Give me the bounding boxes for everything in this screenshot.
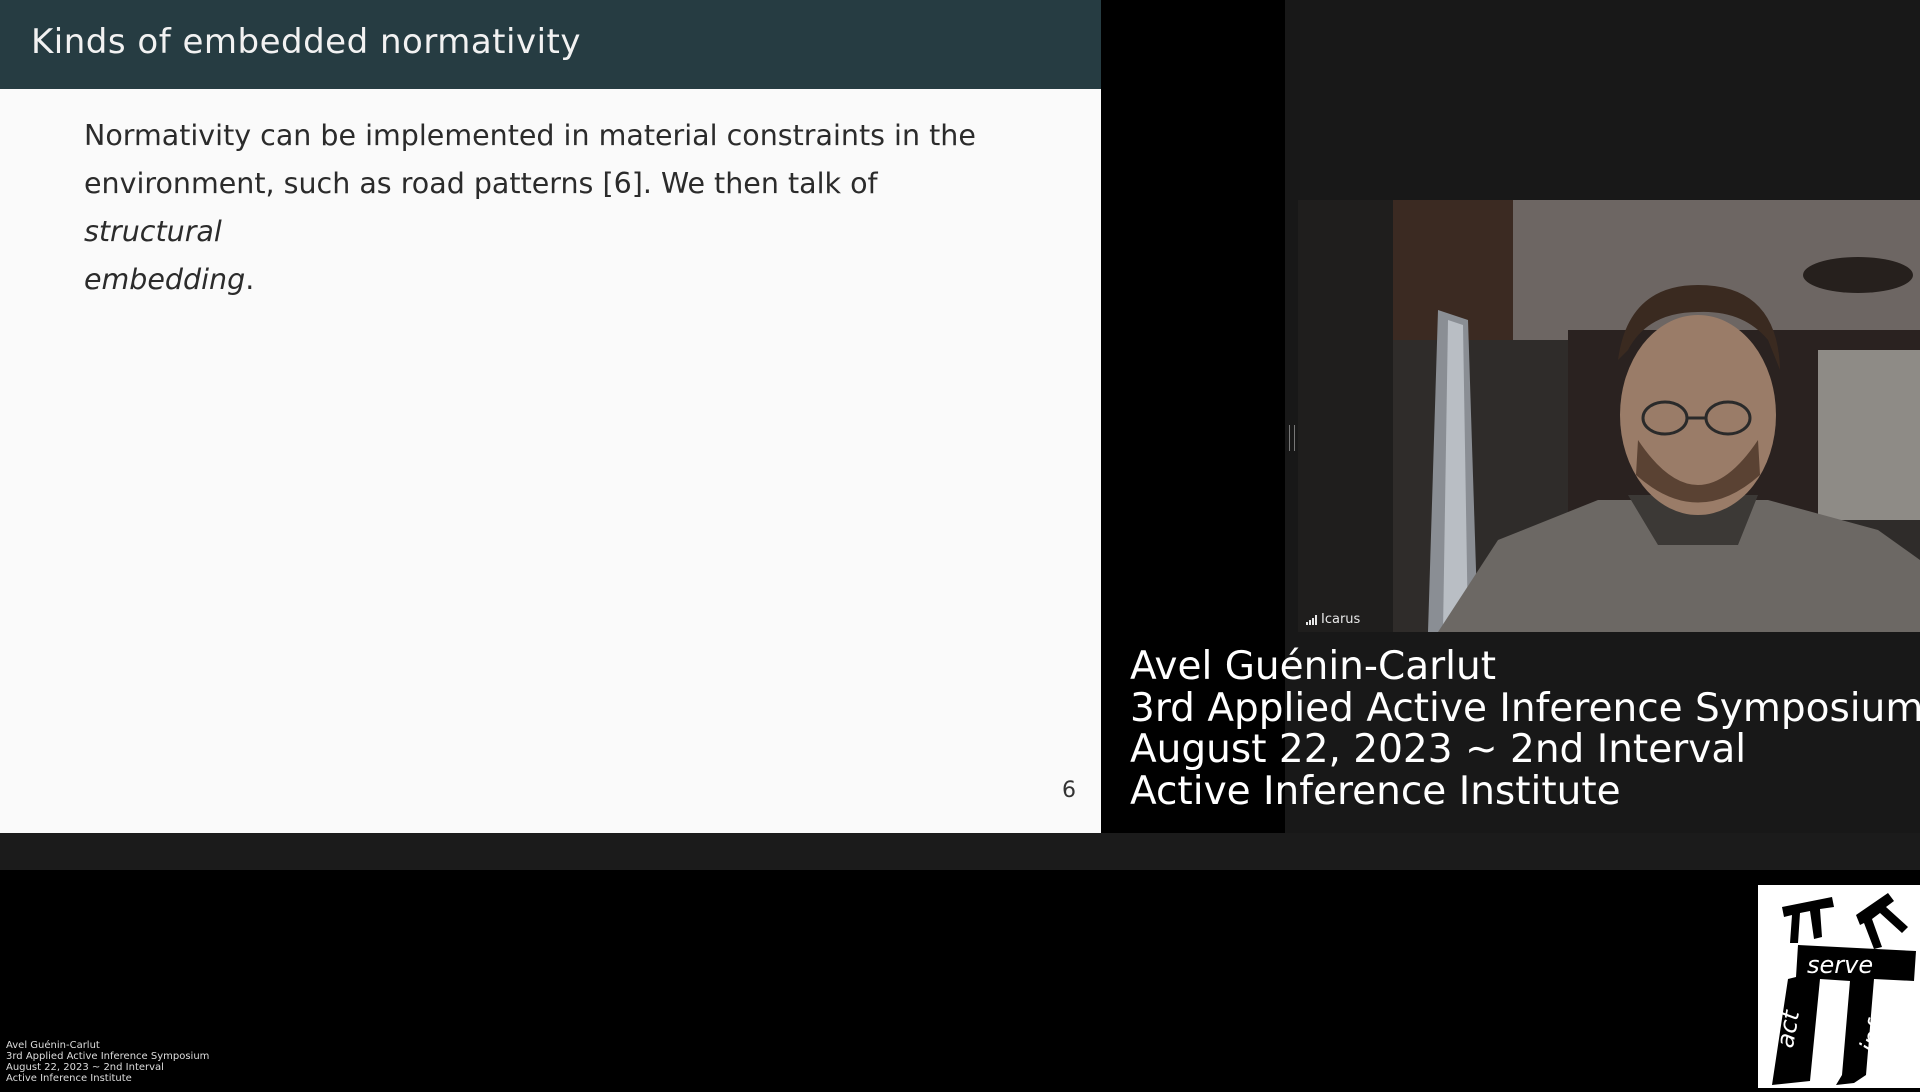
small-caption-speaker: Avel Guénin-Carlut bbox=[6, 1040, 100, 1051]
stage-bottom-strip bbox=[0, 833, 1920, 870]
small-caption-organization: Active Inference Institute bbox=[6, 1073, 132, 1084]
pi-logo-icon: serve act infer bbox=[1758, 885, 1920, 1088]
slide-body-end: . bbox=[245, 263, 255, 296]
slide-header: Kinds of embedded normativity bbox=[0, 0, 1101, 89]
webcam-scene bbox=[1298, 200, 1920, 632]
caption-event: 3rd Applied Active Inference Symposium bbox=[1130, 685, 1920, 731]
small-caption: Avel Guénin-Carlut 3rd Applied Active In… bbox=[6, 1040, 209, 1084]
caption-speaker: Avel Guénin-Carlut bbox=[1130, 644, 1496, 689]
small-caption-date: August 22, 2023 ~ 2nd Interval bbox=[6, 1062, 164, 1073]
signal-bars-icon bbox=[1306, 614, 1317, 625]
slide-title: Kinds of embedded normativity bbox=[31, 22, 581, 62]
slide-body-line-2: environment, such as road patterns [6]. … bbox=[84, 167, 878, 200]
shared-slide: Kinds of embedded normativity Normativit… bbox=[0, 0, 1101, 833]
logo-word-serve: serve bbox=[1807, 951, 1874, 979]
participant-label: Icarus bbox=[1306, 612, 1360, 627]
slide-body-line-1: Normativity can be implemented in materi… bbox=[84, 119, 976, 152]
slide-body-text: Normativity can be implemented in materi… bbox=[84, 112, 1014, 304]
logo-graphic bbox=[1772, 893, 1916, 1085]
slide-body-italic-2: embedding bbox=[84, 263, 246, 296]
speaker-caption: Avel Guénin-Carlut 3rd Applied Active In… bbox=[1130, 646, 1920, 812]
slide-body-italic-1: structural bbox=[84, 215, 222, 248]
splitter-handle[interactable] bbox=[1289, 425, 1295, 451]
caption-date: August 22, 2023 ~ 2nd Interval bbox=[1130, 727, 1747, 772]
participant-name: Icarus bbox=[1321, 612, 1361, 627]
small-caption-event: 3rd Applied Active Inference Symposium bbox=[6, 1051, 210, 1062]
caption-organization: Active Inference Institute bbox=[1130, 768, 1621, 814]
slide-page-number: 6 bbox=[1062, 778, 1076, 803]
webcam-video bbox=[1298, 200, 1920, 632]
